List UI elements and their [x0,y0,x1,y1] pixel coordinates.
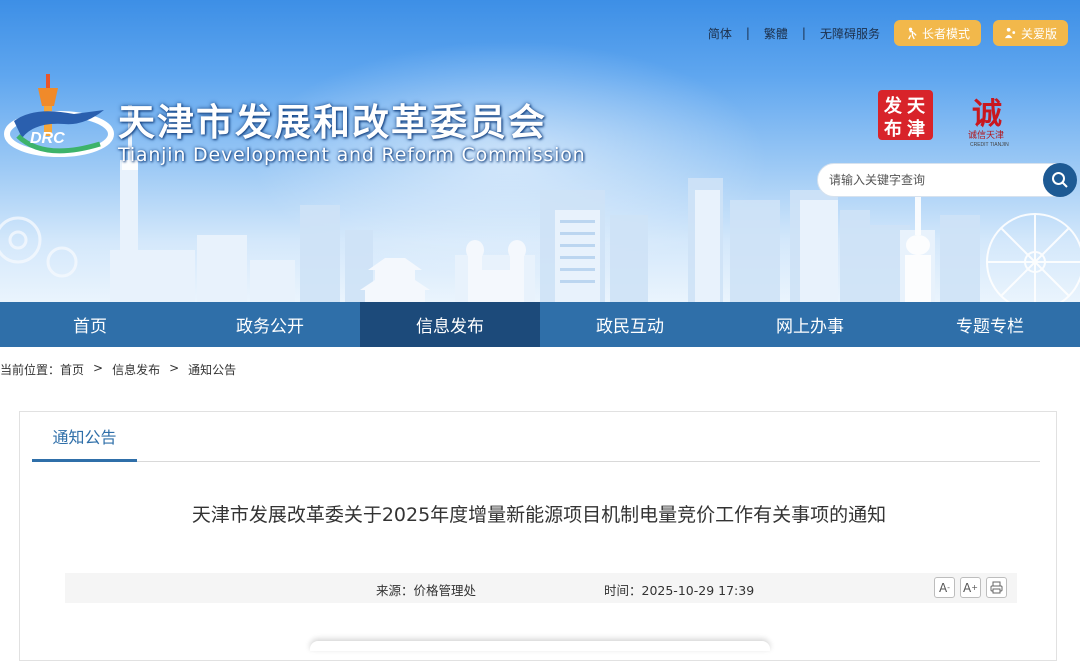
divider: | [745,26,750,40]
article-tools: A- A + [934,577,1007,598]
elder-icon [908,27,917,39]
top-utility-links: 简体 | 繁體 | 无障碍服务 长者模式 关爱版 [706,20,1068,46]
badge-char: 津 [907,118,925,140]
credit-sub: CREDIT TIANJIN [970,142,1009,148]
care-version-label: 关爱版 [1020,26,1057,41]
drc-logo-emblem: DRC [4,74,114,157]
badge-char: 布 [884,118,902,140]
divider: | [801,26,806,40]
nav-item-interaction[interactable]: 政民互动 [540,302,720,347]
care-version-button[interactable]: 关爱版 [992,20,1068,46]
article-time: 时间：2025-10-29 17:39 [604,583,755,598]
tianjin-release-badge[interactable]: 发 天 布 津 [878,90,933,140]
font-increase-button[interactable]: A + [960,577,981,598]
breadcrumb-prefix: 当前位置： [0,363,61,377]
print-icon [990,581,1003,594]
elder-mode-button[interactable]: 长者模式 [893,20,981,46]
nav-item-special-topics[interactable]: 专题专栏 [900,302,1080,347]
link-traditional[interactable]: 繁體 [762,25,790,42]
badge-char: 发 [883,95,903,117]
nav-item-home[interactable]: 首页 [0,302,180,347]
search-button[interactable] [1043,163,1077,197]
nav-item-gov-affairs[interactable]: 政务公开 [180,302,360,347]
header-banner: 简体 | 繁體 | 无障碍服务 长者模式 关爱版 DRC 天津市发展和改革委员会… [0,0,1080,302]
logo-text: DRC [30,130,65,147]
breadcrumb-notices[interactable]: 通知公告 [188,361,236,378]
tab-bar: 通知公告 [32,412,1040,462]
site-title: 天津市发展和改革委员会 [118,101,547,144]
content-card-edge [310,641,770,651]
article-panel: 通知公告 天津市发展改革委关于2025年度增量新能源项目机制电量竞价工作有关事项… [19,411,1057,661]
link-accessibility[interactable]: 无障碍服务 [818,25,882,42]
article-source: 来源：价格管理处 [376,583,477,598]
article-title: 天津市发展改革委关于2025年度增量新能源项目机制电量竞价工作有关事项的通知 [191,504,887,526]
site-search [817,163,1077,197]
elder-mode-label: 长者模式 [921,26,970,41]
article-meta-bar: 来源：价格管理处 时间：2025-10-29 17:39 A- A + [65,573,1017,603]
nav-item-info-release[interactable]: 信息发布 [360,302,540,347]
search-input[interactable] [829,170,1039,190]
print-button[interactable] [986,577,1007,598]
breadcrumb-info-release[interactable]: 信息发布 [112,361,160,378]
tab-notices[interactable]: 通知公告 [32,412,137,462]
search-icon [1052,172,1068,188]
credit-text: 诚信天津 [968,129,1004,141]
drc-logo[interactable]: DRC [4,66,116,176]
font-decrease-button[interactable]: A- [934,577,955,598]
nav-item-online-services[interactable]: 网上办事 [720,302,900,347]
breadcrumb-home[interactable]: 首页 [60,361,84,378]
breadcrumb-separator: > [93,361,104,375]
breadcrumb-separator: > [169,361,180,375]
credit-tianjin-logo[interactable]: 诚 诚信天津 CREDIT TIANJIN [966,90,1020,148]
breadcrumb: 当前位置： 首页 > 信息发布 > 通知公告 [0,361,236,378]
link-simplified[interactable]: 简体 [706,25,734,42]
credit-glyph: 诚 [972,97,1002,132]
main-nav: 首页 政务公开 信息发布 政民互动 网上办事 专题专栏 [0,302,1080,347]
site-subtitle: Tianjin Development and Reform Commissio… [118,144,586,166]
badge-char: 天 [907,96,926,117]
care-icon [1004,27,1016,38]
